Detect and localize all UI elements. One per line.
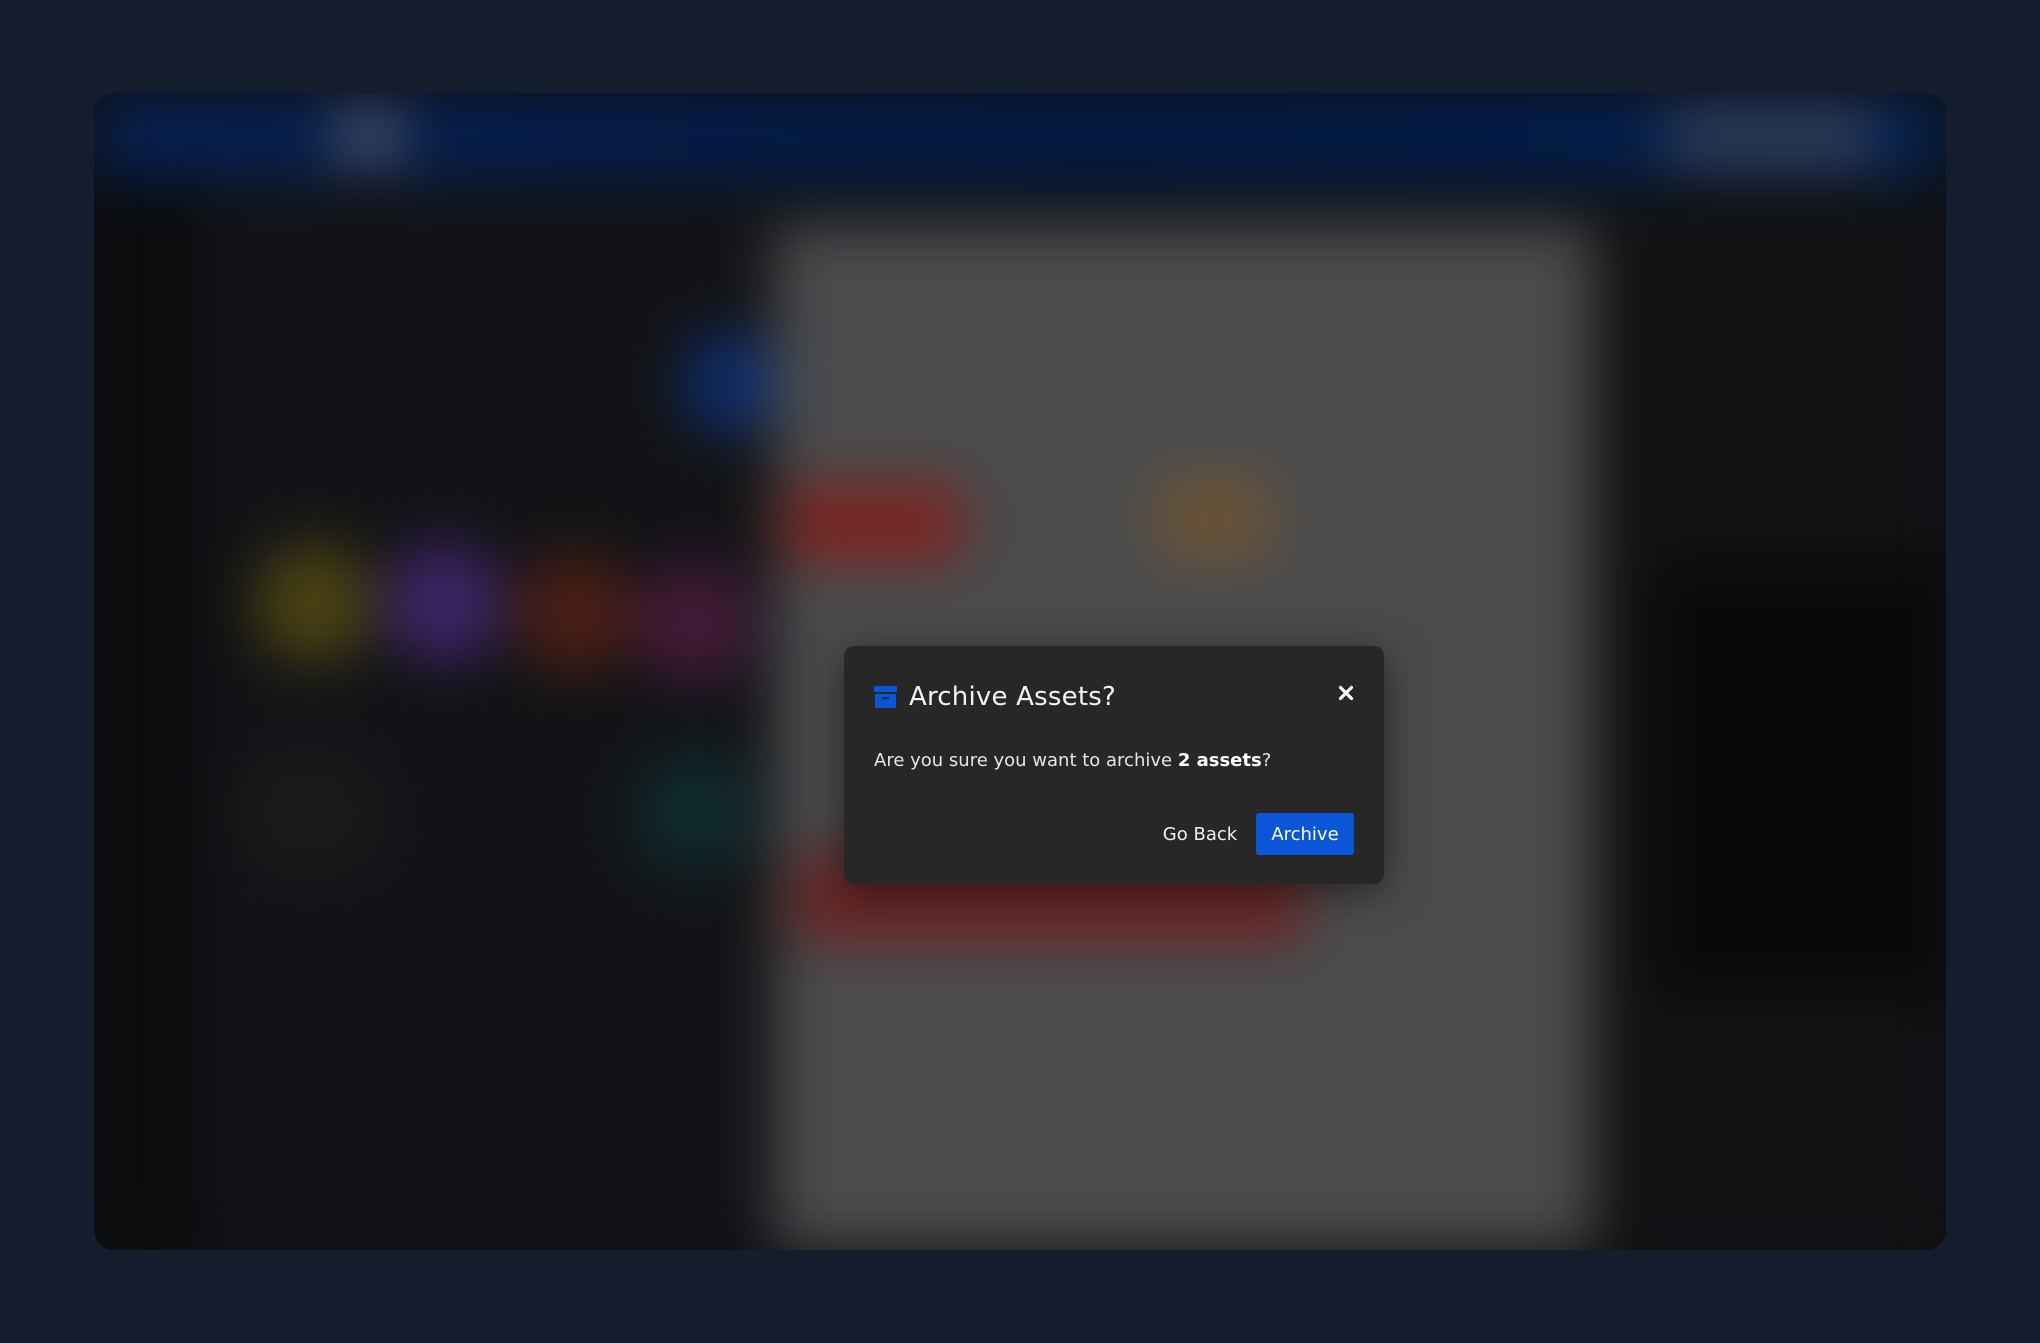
dialog-title: Archive Assets? [909,682,1116,712]
color-swatch [234,753,384,873]
canvas-shape [1154,473,1274,563]
asset-count: 2 assets [1177,750,1262,771]
dialog-header: Archive Assets? [874,679,1116,715]
color-swatch [384,543,504,663]
color-swatch [634,753,754,873]
dialog-message: Are you sure you want to archive 2 asset… [874,750,1271,771]
sidebar [94,179,204,1250]
message-text: Are you sure you want to archive [874,750,1178,771]
canvas-shape [784,483,964,563]
color-swatch [254,543,374,663]
message-suffix: ? [1261,750,1272,771]
color-swatch [634,563,754,683]
account-area [1666,109,1876,163]
device-frame: Archive Assets? Are you sure you want to… [0,0,2040,1343]
close-button[interactable] [1334,683,1358,707]
properties-subpanel [1654,563,1946,993]
archive-icon [874,686,897,708]
close-icon [1338,685,1354,706]
archive-assets-dialog: Archive Assets? Are you sure you want to… [844,646,1384,884]
archive-button[interactable]: Archive [1256,813,1354,855]
app-screen: Archive Assets? Are you sure you want to… [94,93,1946,1250]
app-logo [334,111,404,161]
blue-accent-shape [684,333,774,433]
color-swatch [514,553,634,673]
go-back-button[interactable]: Go Back [1140,813,1260,855]
